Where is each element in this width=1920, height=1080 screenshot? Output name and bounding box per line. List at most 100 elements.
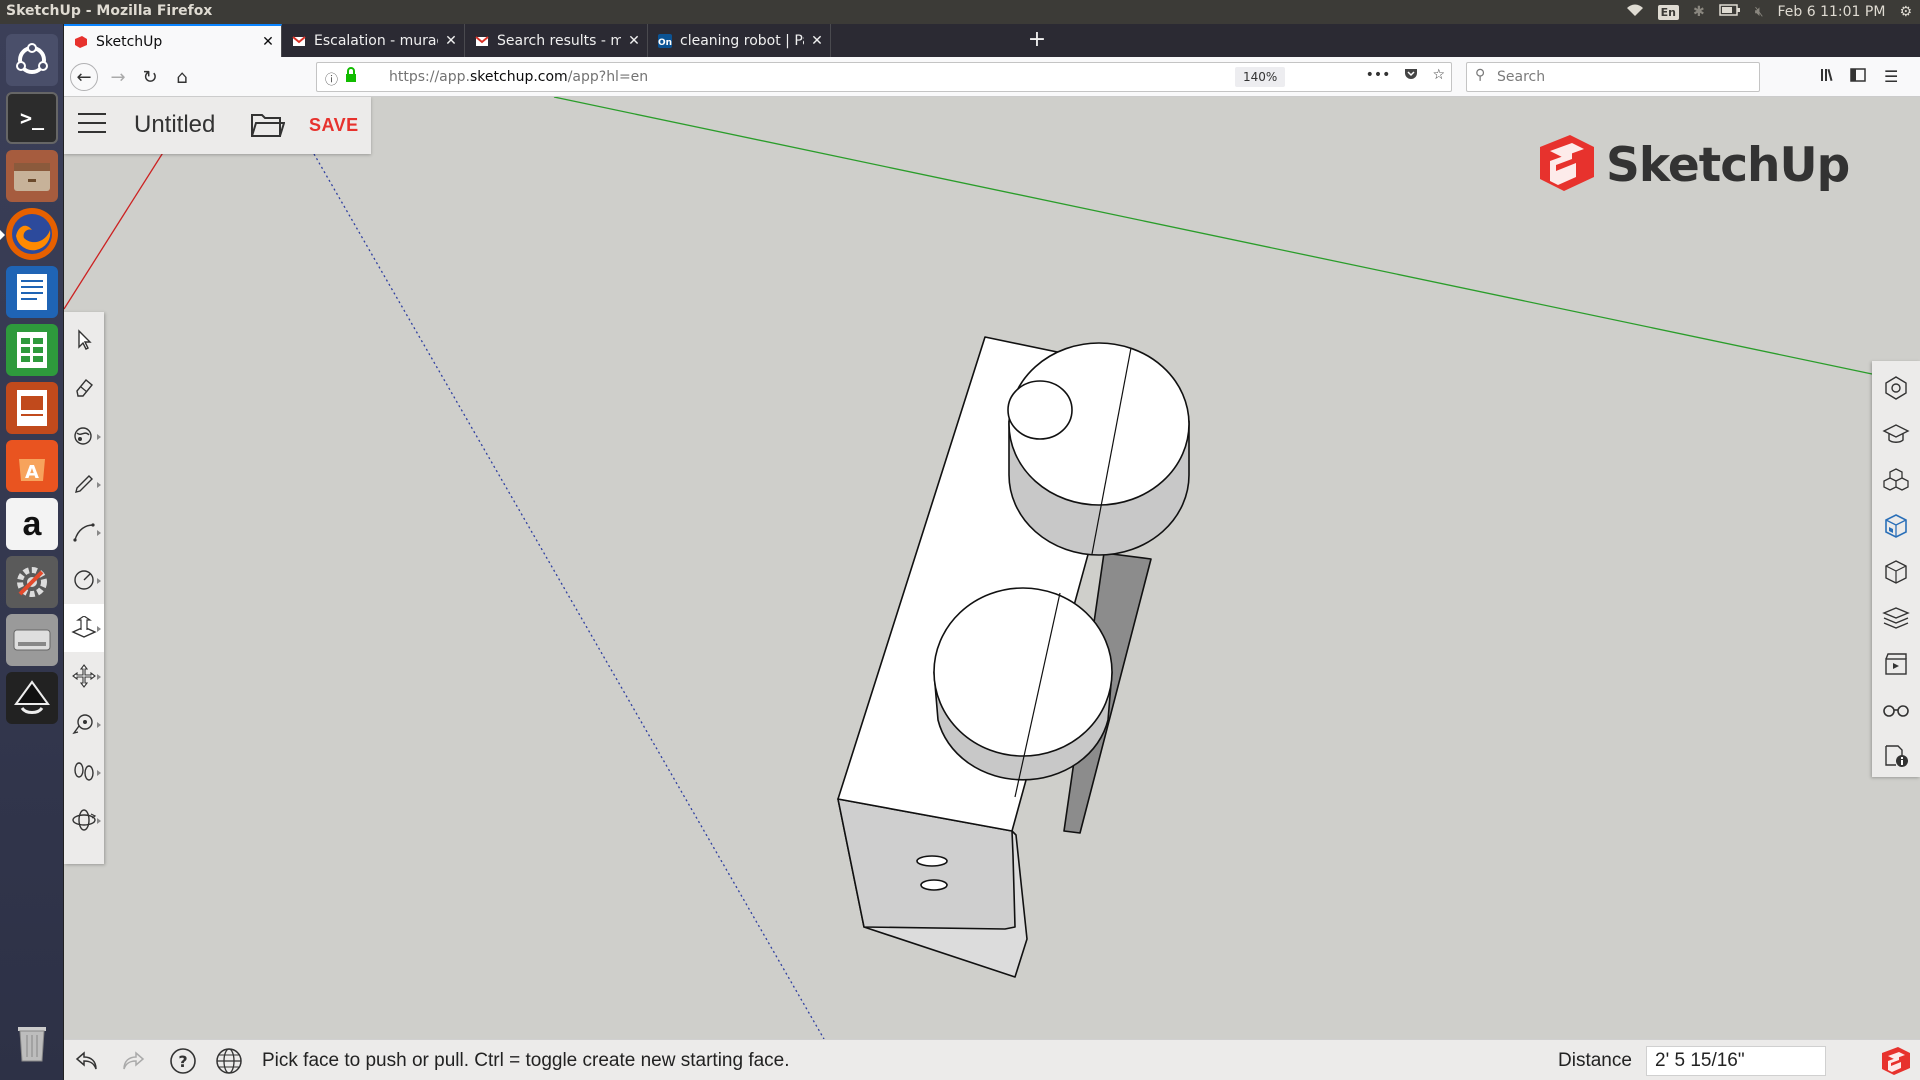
ubuntu-dash-icon[interactable] bbox=[6, 34, 58, 86]
volume-muted-icon[interactable]: 🔇︎ bbox=[1755, 4, 1764, 20]
display-panel-icon[interactable] bbox=[1872, 687, 1920, 733]
forward-button[interactable]: → bbox=[104, 63, 132, 91]
window-title: SketchUp - Mozilla Firefox bbox=[6, 3, 213, 19]
impress-icon[interactable] bbox=[6, 382, 58, 434]
back-button[interactable]: ← bbox=[70, 63, 98, 91]
reload-button[interactable]: ↻ bbox=[136, 63, 164, 91]
sketchup-logo-icon bbox=[1540, 135, 1594, 191]
styles-panel-icon[interactable] bbox=[1872, 549, 1920, 595]
pocket-icon[interactable] bbox=[1404, 67, 1418, 85]
page-actions-menu-icon[interactable]: ••• bbox=[1366, 67, 1391, 85]
tape-measure-tool-icon[interactable] bbox=[64, 700, 104, 748]
distance-measurement-field[interactable]: 2' 5 15/16" bbox=[1646, 1046, 1826, 1076]
files-icon[interactable] bbox=[6, 150, 58, 202]
walk-tool-icon[interactable] bbox=[64, 748, 104, 796]
gmail-favicon bbox=[475, 34, 489, 48]
search-bar[interactable]: ⚲ Search bbox=[1466, 62, 1760, 92]
file-bar: Untitled SAVE bbox=[64, 97, 371, 154]
tab-close-icon[interactable]: ✕ bbox=[438, 33, 464, 49]
components-panel-icon[interactable] bbox=[1872, 457, 1920, 503]
sketchup-logo: SketchUp bbox=[1536, 133, 1850, 197]
onshape-favicon: On bbox=[658, 33, 672, 48]
url-bar[interactable]: ⓘ https://app.sketchup.com/app?hl=en 140… bbox=[316, 62, 1452, 92]
bookmark-star-icon[interactable]: ☆ bbox=[1432, 67, 1445, 85]
tab-close-icon[interactable]: ✕ bbox=[255, 34, 281, 50]
language-globe-icon[interactable] bbox=[214, 1046, 244, 1076]
upper-wheel-hole[interactable] bbox=[1007, 380, 1073, 440]
firefox-icon[interactable] bbox=[0, 208, 58, 260]
tab-search-results[interactable]: Search results - muradsaadeh ✕ bbox=[465, 24, 648, 57]
lower-wheel-top[interactable] bbox=[933, 587, 1113, 757]
instructor-panel-icon[interactable] bbox=[1872, 411, 1920, 457]
writer-icon[interactable] bbox=[6, 266, 58, 318]
clock[interactable]: Feb 6 11:01 PM bbox=[1778, 4, 1886, 20]
scenes-panel-icon[interactable] bbox=[1872, 641, 1920, 687]
paint-bucket-tool-icon[interactable] bbox=[64, 412, 104, 460]
status-hint-text: Pick face to push or pull. Ctrl = toggle… bbox=[262, 1050, 790, 1071]
ubuntu-top-panel: SketchUp - Mozilla Firefox En ✱ 🔇︎ Feb 6… bbox=[0, 0, 1920, 24]
status-bar: ? Pick face to push or pull. Ctrl = togg… bbox=[64, 1039, 1920, 1080]
url-text: https://app.sketchup.com/app?hl=en bbox=[389, 69, 649, 85]
trash-icon[interactable] bbox=[6, 1016, 58, 1068]
red-axis-line bbox=[64, 150, 165, 310]
layers-panel-icon[interactable] bbox=[1872, 595, 1920, 641]
terminal-icon[interactable]: >_ bbox=[6, 92, 58, 144]
eraser-tool-icon[interactable] bbox=[64, 364, 104, 412]
document-title[interactable]: Untitled bbox=[134, 111, 215, 139]
sidebar-icon[interactable] bbox=[1850, 67, 1866, 87]
system-settings-icon[interactable] bbox=[6, 556, 58, 608]
main-menu-icon[interactable] bbox=[78, 113, 106, 137]
blue-axis-line bbox=[313, 153, 825, 1039]
end-face-hole-1[interactable] bbox=[916, 855, 948, 867]
sketchup-badge-icon[interactable] bbox=[1880, 1046, 1912, 1076]
system-gear-icon[interactable]: ⚙ bbox=[1899, 4, 1912, 20]
circle-shape-tool-icon[interactable] bbox=[64, 556, 104, 604]
new-tab-button[interactable]: + bbox=[1024, 27, 1050, 53]
select-tool-icon[interactable] bbox=[64, 316, 104, 364]
pencil-line-tool-icon[interactable] bbox=[64, 460, 104, 508]
entity-info-panel-icon[interactable] bbox=[1872, 365, 1920, 411]
end-face-hole-2[interactable] bbox=[920, 879, 948, 891]
library-icon[interactable] bbox=[1820, 67, 1836, 87]
tab-onshape[interactable]: On cleaning robot | Part Studio ✕ bbox=[648, 24, 831, 57]
left-toolbar bbox=[64, 312, 104, 864]
tab-escalation[interactable]: Escalation - muradsaadeh ✕ bbox=[282, 24, 465, 57]
site-info-icon[interactable]: ⓘ bbox=[325, 69, 338, 88]
undo-icon[interactable] bbox=[72, 1046, 102, 1076]
calc-icon[interactable] bbox=[6, 324, 58, 376]
help-icon[interactable]: ? bbox=[168, 1046, 198, 1076]
amazon-icon[interactable]: a bbox=[6, 498, 58, 550]
model-info-panel-icon[interactable] bbox=[1872, 733, 1920, 779]
right-panel-tray bbox=[1872, 361, 1920, 777]
push-pull-tool-icon[interactable] bbox=[64, 604, 104, 652]
inkscape-icon[interactable] bbox=[6, 672, 58, 724]
home-button[interactable]: ⌂ bbox=[168, 63, 196, 91]
3d-viewport[interactable] bbox=[64, 97, 1920, 1039]
sketchup-favicon bbox=[74, 35, 88, 49]
orbit-tool-icon[interactable] bbox=[64, 796, 104, 844]
battery-icon[interactable] bbox=[1718, 4, 1741, 20]
tab-close-icon[interactable]: ✕ bbox=[804, 33, 830, 49]
disk-drive-icon[interactable] bbox=[6, 614, 58, 666]
hamburger-menu-icon[interactable]: ☰ bbox=[1884, 67, 1898, 86]
materials-panel-icon[interactable] bbox=[1872, 503, 1920, 549]
lock-icon[interactable] bbox=[345, 67, 357, 87]
zoom-indicator[interactable]: 140% bbox=[1235, 67, 1286, 87]
3d-model[interactable] bbox=[837, 336, 1190, 978]
browser-nav-bar: ← → ↻ ⌂ ⓘ https://app.sketchup.com/app?h… bbox=[64, 57, 1920, 97]
move-tool-icon[interactable] bbox=[64, 652, 104, 700]
save-button[interactable]: SAVE bbox=[309, 115, 359, 136]
keyboard-layout-indicator[interactable]: En bbox=[1657, 4, 1679, 20]
tab-sketchup[interactable]: SketchUp ✕ bbox=[64, 24, 282, 57]
search-icon: ⚲ bbox=[1475, 67, 1486, 83]
open-folder-icon[interactable] bbox=[249, 109, 286, 141]
svg-text:?: ? bbox=[178, 1052, 187, 1071]
software-center-icon[interactable]: A bbox=[6, 440, 58, 492]
wifi-icon[interactable] bbox=[1626, 3, 1644, 21]
arc-tool-icon[interactable] bbox=[64, 508, 104, 556]
unity-launcher: >_ A a bbox=[0, 24, 64, 1080]
bluetooth-icon[interactable]: ✱ bbox=[1693, 4, 1705, 20]
redo-icon[interactable] bbox=[118, 1046, 148, 1076]
gmail-favicon bbox=[292, 34, 306, 48]
tab-close-icon[interactable]: ✕ bbox=[621, 33, 647, 49]
